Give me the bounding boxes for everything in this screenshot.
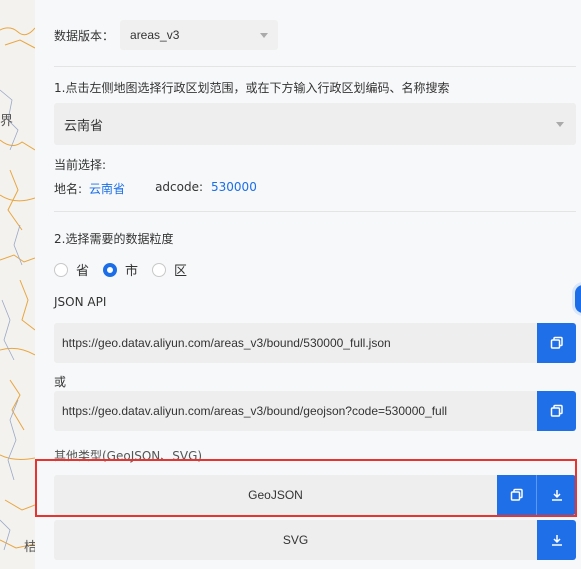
download-icon	[551, 535, 562, 546]
api-url-1[interactable]: https://geo.datav.aliyun.com/areas_v3/bo…	[54, 323, 537, 363]
divider	[54, 66, 576, 67]
svg-button[interactable]: SVG	[54, 520, 537, 560]
radio-circle	[54, 262, 68, 277]
copy-url-1-button[interactable]	[537, 323, 576, 363]
floating-side-button[interactable]	[575, 285, 581, 313]
place-name-label: 地名:	[54, 182, 83, 196]
chevron-down-icon	[260, 32, 269, 38]
copy-url-2-button[interactable]	[537, 391, 576, 431]
app-root: 界 桔 数据版本： areas_v3 1.点击左侧地图选择行政区划范围，或在下方…	[0, 0, 581, 569]
api-url-2[interactable]: https://geo.datav.aliyun.com/areas_v3/bo…	[54, 391, 537, 431]
copy-icon	[550, 404, 563, 417]
version-row: 数据版本： areas_v3	[54, 20, 279, 50]
radio-label: 区	[174, 264, 188, 279]
radio-city[interactable]: 市	[103, 260, 138, 279]
geojson-row: GeoJSON	[54, 475, 576, 515]
adcode-label: adcode:	[155, 180, 204, 194]
adcode-value: 530000	[211, 180, 257, 194]
map-view[interactable]: 界 桔	[0, 0, 35, 569]
radio-circle	[152, 262, 167, 277]
granularity-radio-group: 省 市 区	[54, 260, 201, 279]
region-select-value: 云南省	[64, 118, 104, 134]
version-label: 数据版本：	[54, 28, 115, 43]
place-name-value: 云南省	[89, 182, 126, 196]
copy-geojson-button[interactable]	[497, 475, 536, 515]
map-place-label: 桔	[24, 540, 35, 555]
step2-instruction: 2.选择需要的数据粒度	[54, 232, 174, 246]
other-types-label: 其他类型(GeoJSON、SVG)	[54, 449, 203, 463]
or-label: 或	[54, 375, 67, 389]
control-panel: 数据版本： areas_v3 1.点击左侧地图选择行政区划范围，或在下方输入行政…	[35, 0, 581, 569]
api-url-row-1: https://geo.datav.aliyun.com/areas_v3/bo…	[54, 323, 576, 363]
region-select[interactable]: 云南省	[54, 103, 576, 145]
radio-district[interactable]: 区	[152, 260, 187, 279]
json-api-label: JSON API	[54, 295, 107, 309]
copy-icon	[510, 488, 523, 501]
current-selection-info: 地名: 云南省 adcode: 530000	[54, 180, 257, 197]
chevron-down-icon	[556, 121, 564, 127]
version-select[interactable]: areas_v3	[120, 20, 279, 50]
map-place-label: 界	[0, 114, 14, 129]
download-icon	[551, 490, 562, 501]
copy-icon	[550, 336, 563, 349]
api-url-row-2: https://geo.datav.aliyun.com/areas_v3/bo…	[54, 391, 576, 431]
map-boundaries	[0, 27, 35, 551]
version-select-value: areas_v3	[130, 28, 180, 42]
download-geojson-button[interactable]	[536, 475, 576, 515]
radio-circle-selected	[103, 262, 118, 277]
current-selection-label: 当前选择:	[54, 158, 107, 172]
svg-row: SVG	[54, 520, 576, 560]
divider	[54, 211, 576, 212]
step1-instruction: 1.点击左侧地图选择行政区划范围，或在下方输入行政区划编码、名称搜索	[54, 81, 450, 95]
radio-label: 省	[76, 264, 90, 279]
geojson-button[interactable]: GeoJSON	[54, 475, 497, 515]
radio-label: 市	[125, 264, 139, 279]
download-svg-button[interactable]	[537, 520, 576, 560]
radio-province[interactable]: 省	[54, 260, 89, 279]
